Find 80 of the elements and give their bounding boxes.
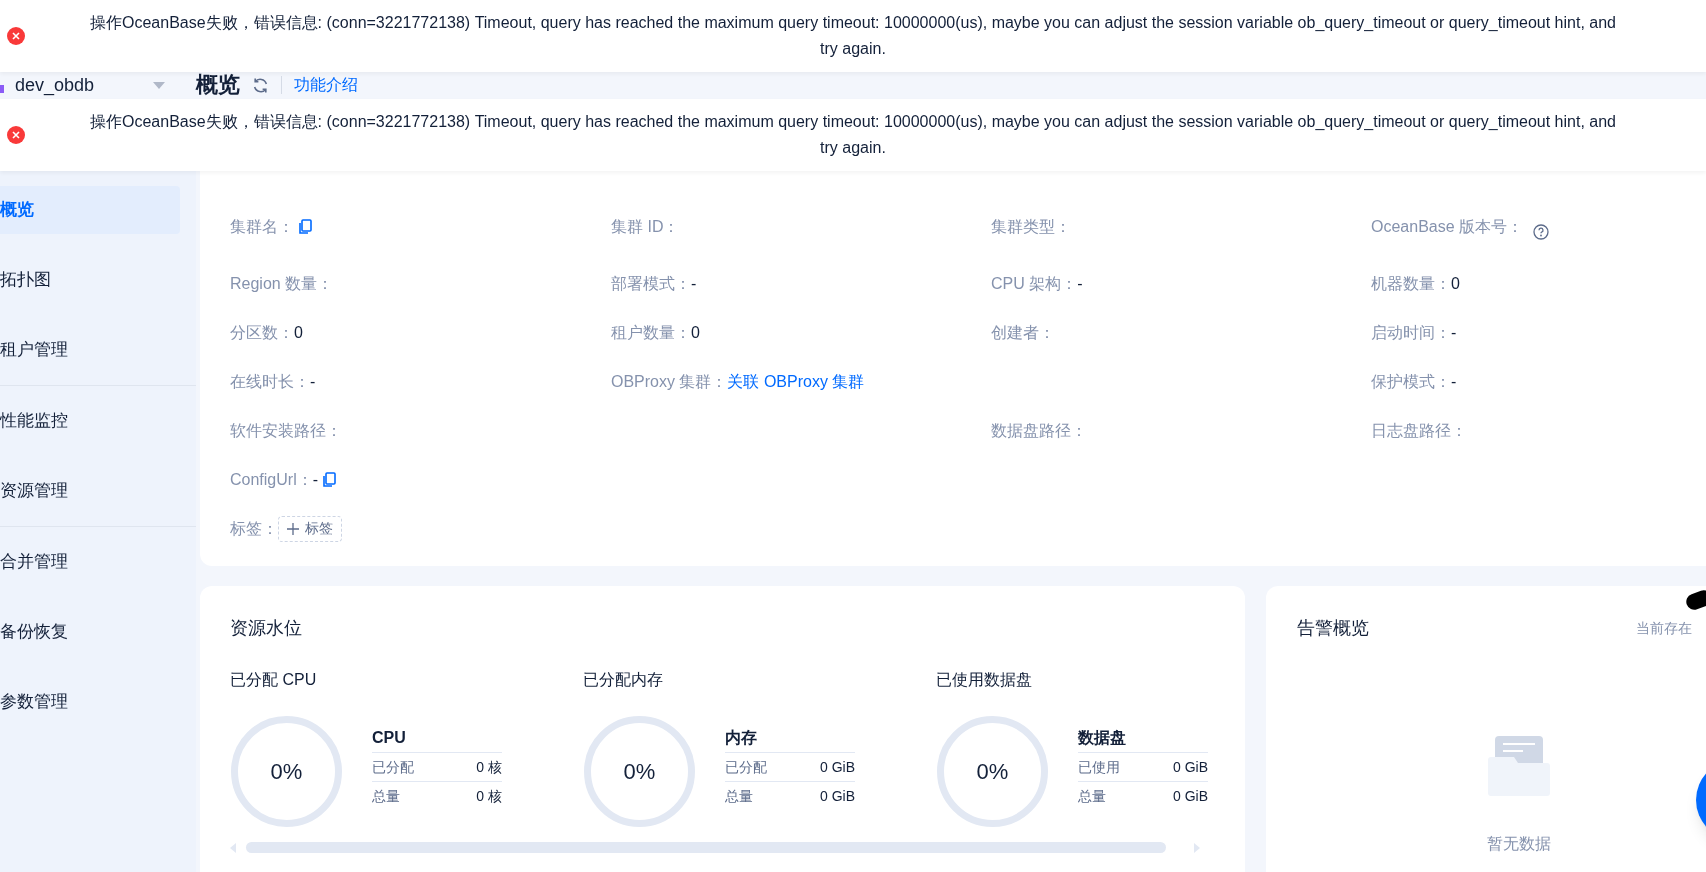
table-cell-text: 总量 [372, 787, 400, 806]
table-cell-text: 已使用 [1078, 757, 1120, 777]
table-cell-text: 0 GiB [820, 787, 855, 806]
field-value: 0 [691, 322, 700, 343]
table-heading: CPU [372, 724, 502, 753]
field-label: 日志盘路径： [1371, 420, 1467, 441]
error-icon [7, 126, 25, 144]
page-title: 概览 [196, 73, 240, 97]
caret-icon [153, 81, 165, 89]
field-value: - [310, 371, 316, 392]
field-label: OceanBase 版本号： [1371, 216, 1524, 237]
alert-summary: 当前存在 [1636, 618, 1692, 638]
feature-intro-link[interactable]: 功能介绍 [294, 73, 358, 97]
gauge-title: 已分配 CPU [230, 670, 318, 690]
card-title: 资源水位 [230, 617, 303, 640]
gauge-percent: 0% [976, 758, 1009, 786]
empty-text: 暂无数据 [1487, 834, 1551, 854]
card-title: 告警概览 [1297, 617, 1369, 640]
table-cell-text: 0 GiB [820, 757, 855, 777]
error-message: 操作OceanBase失败，错误信息: (conn=3221772138) Timeout, query has reached the maximum query timeout: 10000000(us), maybe you can adjust the session variable ob_query_timeout or query_timeout hint, and try again. [89, 13, 1617, 59]
sidebar-item[interactable]: 参数管理 [0, 678, 180, 726]
field-value: 0 [294, 322, 303, 343]
field-label: OBProxy 集群： [611, 371, 728, 392]
plus-icon [287, 522, 299, 535]
field-label: 软件安装路径： [230, 420, 342, 441]
sidebar-item[interactable]: 性能监控 [0, 397, 180, 445]
field-label: Region 数量： [230, 273, 334, 294]
table-cell-text: 0 核 [476, 757, 502, 777]
gauge-title: 已使用数据盘 [936, 670, 1033, 690]
field-value: - [1451, 322, 1457, 343]
field-label: 在线时长： [230, 371, 310, 392]
field-label: 标签： [230, 518, 278, 539]
refresh-icon[interactable] [252, 76, 269, 94]
table-heading: 数据盘 [1078, 724, 1208, 753]
field-label: 启动时间： [1371, 322, 1451, 343]
table-cell-text: 已分配 [725, 757, 767, 777]
field-value: - [1077, 273, 1083, 294]
field-value: 0 [1451, 273, 1460, 294]
field-label: 集群 ID： [611, 216, 680, 237]
field-label: 部署模式： [611, 273, 691, 294]
gauge-percent: 0% [623, 758, 656, 786]
table-cell-text: 0 GiB [1173, 757, 1208, 777]
copy-icon[interactable] [322, 471, 336, 488]
field-value: - [691, 273, 697, 294]
sidebar-item[interactable]: 租户管理 [0, 326, 180, 374]
field-label: 分区数： [230, 322, 294, 343]
gauge-title: 已分配内存 [583, 670, 664, 690]
field-label: 创建者： [991, 322, 1055, 343]
sidebar-item[interactable]: 资源管理 [0, 467, 180, 515]
table-cell-text: 总量 [725, 787, 753, 806]
sidebar-item[interactable]: 概览 [0, 186, 180, 234]
marker-icon [1684, 588, 1706, 612]
error-message: 操作OceanBase失败，错误信息: (conn=3221772138) Timeout, query has reached the maximum query timeout: 10000000(us), maybe you can adjust the session variable ob_query_timeout or query_timeout hint, and try again. [89, 112, 1617, 158]
database-icon [0, 85, 4, 93]
table-heading: 内存 [725, 724, 855, 753]
empty-folder-icon [1488, 734, 1550, 796]
table-cell-text: 0 GiB [1173, 787, 1208, 806]
sidebar-item[interactable]: 备份恢复 [0, 608, 180, 656]
field-value: - [312, 469, 318, 490]
add-tag-button[interactable]: 标签 [278, 515, 342, 542]
field-label: ConfigUrl： [230, 469, 313, 490]
table-cell-text: 0 核 [476, 787, 502, 806]
field-label: 数据盘路径： [991, 420, 1087, 441]
table-cell-text: 总量 [1078, 787, 1106, 806]
copy-icon[interactable] [298, 218, 312, 235]
link[interactable]: 关联 OBProxy 集群 [727, 369, 865, 394]
sidebar-item[interactable]: 合并管理 [0, 538, 180, 586]
field-label: CPU 架构： [991, 273, 1078, 294]
sidebar-item[interactable]: 拓扑图 [0, 256, 180, 304]
field-value: - [1451, 371, 1457, 392]
error-icon [7, 27, 25, 45]
field-label: 机器数量： [1371, 273, 1451, 294]
table-cell-text: 已分配 [372, 757, 414, 777]
gauge-percent: 0% [270, 758, 303, 786]
field-label: 租户数量： [611, 322, 691, 343]
scrollbar-thumb[interactable] [246, 842, 1166, 853]
help-icon[interactable] [1533, 223, 1550, 240]
field-label: 集群名： [230, 216, 294, 237]
field-label: 保护模式： [1371, 371, 1451, 392]
field-label: 集群类型： [991, 216, 1071, 237]
